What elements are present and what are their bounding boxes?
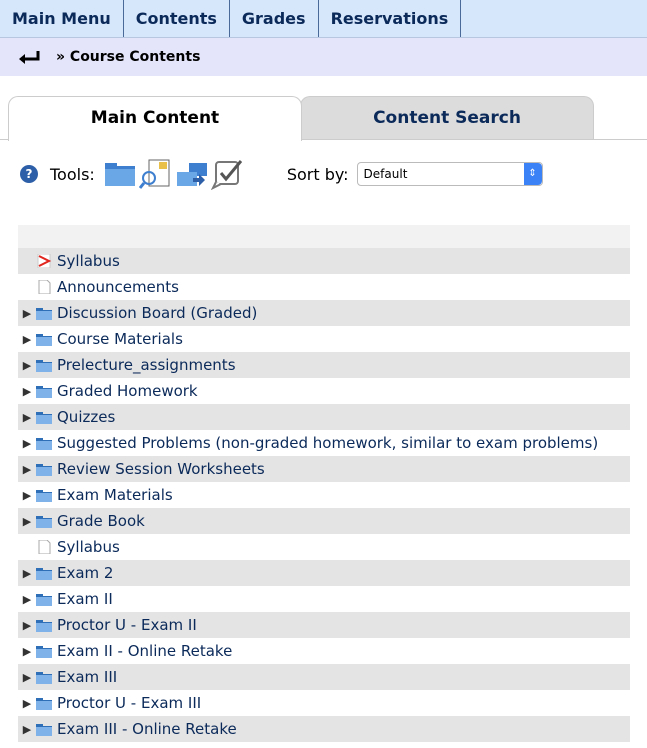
- content-list: Syllabus Announcements ▶ Discussion Board (…: [18, 225, 630, 742]
- list-item-label[interactable]: Proctor U - Exam III: [57, 694, 201, 712]
- folder-icon: [36, 724, 52, 736]
- tools-label: Tools:: [50, 164, 95, 184]
- expand-arrow-icon[interactable]: ▶: [18, 411, 36, 424]
- sort-label: Sort by:: [286, 164, 349, 184]
- list-item-label[interactable]: Exam III: [57, 668, 117, 686]
- folder-icon: [36, 464, 52, 476]
- expand-arrow-icon[interactable]: ▶: [18, 619, 36, 632]
- pdf-icon: [37, 254, 52, 268]
- list-item-label[interactable]: Syllabus: [57, 538, 120, 556]
- tab-contents[interactable]: Contents: [124, 0, 230, 37]
- list-item[interactable]: Syllabus: [18, 248, 630, 274]
- expand-arrow-icon[interactable]: ▶: [18, 437, 36, 450]
- list-item-label[interactable]: Graded Homework: [57, 382, 198, 400]
- list-item[interactable]: ▶ Prelecture_assignments: [18, 352, 630, 378]
- folder-icon: [36, 594, 52, 606]
- expand-arrow-icon[interactable]: ▶: [18, 489, 36, 502]
- expand-arrow-icon[interactable]: ▶: [18, 463, 36, 476]
- content-tabs: Main Content Content Search: [0, 96, 647, 141]
- expand-arrow-icon[interactable]: ▶: [18, 515, 36, 528]
- list-item-label[interactable]: Exam Materials: [57, 486, 173, 504]
- expand-arrow-icon[interactable]: ▶: [18, 593, 36, 606]
- sort-select[interactable]: Default ⇕: [356, 162, 543, 186]
- folder-icon: [36, 490, 52, 502]
- list-item[interactable]: ▶ Proctor U - Exam III: [18, 690, 630, 716]
- list-item-label[interactable]: Quizzes: [57, 408, 115, 426]
- list-item[interactable]: Syllabus: [18, 534, 630, 560]
- expand-arrow-icon[interactable]: ▶: [18, 333, 36, 346]
- folder-icon: [36, 646, 52, 658]
- top-nav: Main Menu Contents Grades Reservations: [0, 0, 647, 38]
- tab-grades[interactable]: Grades: [230, 0, 319, 37]
- folder-icon: [36, 308, 52, 320]
- folder-icon: [36, 568, 52, 580]
- list-item[interactable]: ▶ Grade Book: [18, 508, 630, 534]
- list-item[interactable]: ▶ Exam II: [18, 586, 630, 612]
- expand-arrow-icon[interactable]: ▶: [18, 385, 36, 398]
- list-item[interactable]: ▶ Quizzes: [18, 404, 630, 430]
- help-icon[interactable]: ?: [20, 165, 38, 183]
- list-item[interactable]: ▶ Suggested Problems (non-graded homework…: [18, 430, 630, 456]
- list-item-label[interactable]: Discussion Board (Graded): [57, 304, 257, 322]
- tab-main-menu[interactable]: Main Menu: [0, 0, 124, 37]
- tab-main-content[interactable]: Main Content: [8, 96, 302, 141]
- tab-reservations[interactable]: Reservations: [319, 0, 462, 37]
- folder-icon: [36, 386, 52, 398]
- breadcrumb-label: » Course Contents: [56, 49, 201, 65]
- document-search-icon[interactable]: [138, 158, 173, 190]
- folder-icon: [36, 438, 52, 450]
- back-arrow-icon[interactable]: [18, 50, 40, 64]
- tools-bar: ? Tools: Sort by: Default ⇕: [0, 148, 647, 200]
- tab-content-search[interactable]: Content Search: [300, 96, 594, 139]
- expand-arrow-icon[interactable]: ▶: [18, 697, 36, 710]
- list-item-label[interactable]: Prelecture_assignments: [57, 356, 236, 374]
- list-item-label[interactable]: Announcements: [57, 278, 179, 296]
- list-item[interactable]: ▶ Exam III - Online Retake: [18, 716, 630, 742]
- folder-icon: [36, 412, 52, 424]
- list-spacer: [18, 225, 630, 248]
- expand-arrow-icon[interactable]: ▶: [18, 671, 36, 684]
- list-item-label[interactable]: Exam II: [57, 590, 113, 608]
- list-item[interactable]: ▶ Exam III: [18, 664, 630, 690]
- page-icon: [38, 540, 51, 554]
- list-item[interactable]: Announcements: [18, 274, 630, 300]
- list-item[interactable]: ▶ Exam 2: [18, 560, 630, 586]
- folder-icon: [36, 672, 52, 684]
- breadcrumb: » Course Contents: [0, 38, 647, 76]
- list-item[interactable]: ▶ Review Session Worksheets: [18, 456, 630, 482]
- folder-icon: [36, 620, 52, 632]
- expand-arrow-icon[interactable]: ▶: [18, 723, 36, 736]
- checklist-icon[interactable]: [210, 158, 245, 190]
- expand-arrow-icon[interactable]: ▶: [18, 307, 36, 320]
- page-icon: [38, 280, 51, 294]
- sort-value: Default: [363, 167, 408, 181]
- list-item[interactable]: ▶ Discussion Board (Graded): [18, 300, 630, 326]
- expand-arrow-icon[interactable]: ▶: [18, 567, 36, 580]
- list-item[interactable]: ▶ Graded Homework: [18, 378, 630, 404]
- list-item[interactable]: ▶ Course Materials: [18, 326, 630, 352]
- expand-arrow-icon[interactable]: ▶: [18, 645, 36, 658]
- list-item-label[interactable]: Syllabus: [57, 252, 120, 270]
- chevron-updown-icon: ⇕: [523, 163, 542, 185]
- list-item[interactable]: ▶ Exam II - Online Retake: [18, 638, 630, 664]
- list-item-label[interactable]: Suggested Problems (non-graded homework,…: [57, 434, 598, 452]
- folder-icon: [36, 516, 52, 528]
- folder-icon: [36, 334, 52, 346]
- folders-icon[interactable]: [175, 158, 209, 190]
- list-item-label[interactable]: Course Materials: [57, 330, 183, 348]
- folder-icon: [36, 698, 52, 710]
- list-item[interactable]: ▶ Proctor U - Exam II: [18, 612, 630, 638]
- list-item-label[interactable]: Exam III - Online Retake: [57, 720, 237, 738]
- folder-icon[interactable]: [103, 158, 137, 190]
- list-item-label[interactable]: Review Session Worksheets: [57, 460, 265, 478]
- list-item[interactable]: ▶ Exam Materials: [18, 482, 630, 508]
- list-item-label[interactable]: Grade Book: [57, 512, 145, 530]
- list-item-label[interactable]: Exam 2: [57, 564, 113, 582]
- folder-icon: [36, 360, 52, 372]
- list-item-label[interactable]: Proctor U - Exam II: [57, 616, 197, 634]
- expand-arrow-icon[interactable]: ▶: [18, 359, 36, 372]
- list-item-label[interactable]: Exam II - Online Retake: [57, 642, 232, 660]
